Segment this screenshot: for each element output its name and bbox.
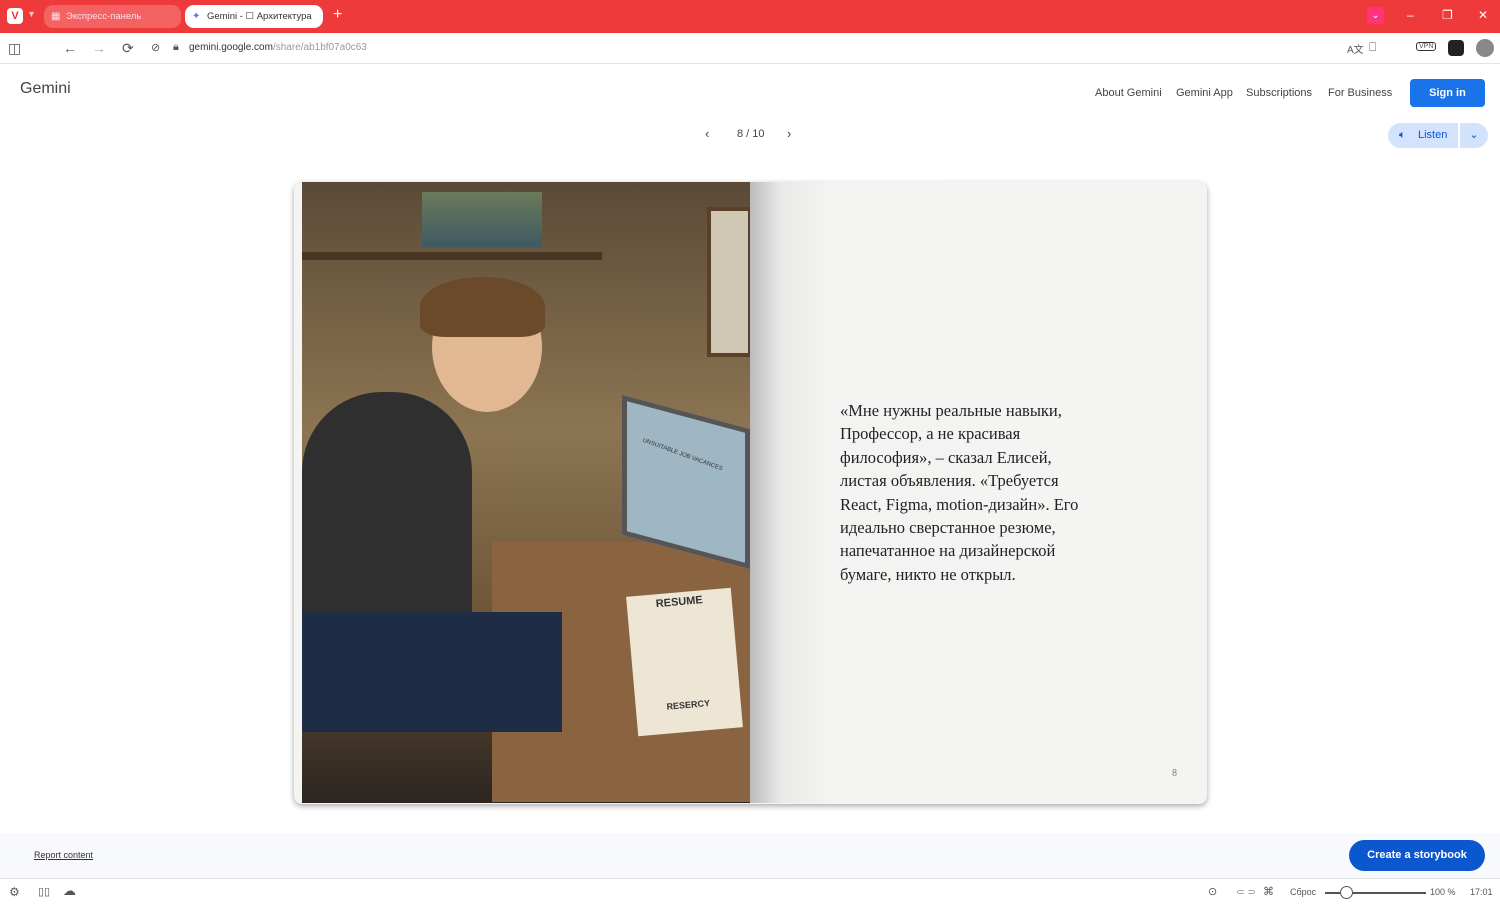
nav-gemini-app[interactable]: Gemini App	[1176, 87, 1233, 99]
prev-page-icon[interactable]: ‹	[705, 126, 709, 141]
speaker-icon: 🔈︎	[1399, 129, 1406, 141]
address-bar-row: ◫ ← → ⟳ ⊘ 🔒︎ gemini.google.com/share/ab1…	[0, 33, 1500, 64]
grid-icon: ▦	[51, 11, 61, 22]
gift-icon[interactable]	[1448, 40, 1464, 56]
gemini-logo[interactable]: Gemini	[20, 80, 71, 98]
tile-icon[interactable]: ⸦⸧	[1235, 885, 1257, 900]
resume-label: RESUME	[655, 594, 704, 611]
bookmark-icon[interactable]: ⎕	[1369, 40, 1376, 55]
tab-bar: V ▼ ▦ Экспресс-панель ✦ Gemini - ☐ Архитек…	[0, 0, 1500, 33]
sign-in-button[interactable]: Sign in	[1410, 79, 1485, 107]
vivaldi-menu-icon[interactable]: V	[7, 8, 23, 24]
text-page: «Мне нужны реальные навыки, Профессор, а…	[750, 182, 1199, 803]
restore-button[interactable]: ❐	[1442, 8, 1453, 22]
tracker-shield-icon[interactable]: ⊘	[151, 41, 160, 54]
zoom-slider-handle[interactable]	[1340, 886, 1353, 899]
report-content-link[interactable]: Report content	[34, 850, 93, 860]
storybook: RESUME RESERCY UNSUITABLE JOB VACANCES «…	[294, 182, 1207, 804]
chevron-down-icon[interactable]: ▼	[27, 9, 36, 19]
vpn-button[interactable]: VPN	[1416, 42, 1437, 51]
story-text: «Мне нужны реальные навыки, Профессор, а…	[840, 401, 1079, 584]
capture-icon[interactable]: ⊙	[1208, 885, 1217, 898]
tab-list-button[interactable]: ⌄	[1367, 7, 1384, 24]
profile-avatar[interactable]	[1476, 39, 1494, 57]
tab-gemini[interactable]: ✦ Gemini - ☐ Архитектура	[185, 5, 323, 28]
panel-icon[interactable]: ▯▯	[38, 885, 50, 898]
tab-speed-dial[interactable]: ▦ Экспресс-панель	[44, 5, 181, 28]
settings-icon[interactable]: ⚙	[9, 885, 20, 899]
forward-icon[interactable]: →	[92, 40, 106, 56]
page-actions-icon[interactable]: ⌘	[1263, 885, 1274, 898]
gemini-sparkle-icon: ✦	[192, 11, 201, 22]
nav-for-business[interactable]: For Business	[1328, 87, 1392, 99]
status-bar: ⚙ ▯▯ ☁ ⊙ ⸦⸧ ⌘ Сброс 100 % 17:01	[0, 878, 1500, 905]
cloud-sync-icon[interactable]: ☁	[63, 883, 76, 899]
new-tab-button[interactable]: +	[333, 6, 342, 24]
minimize-button[interactable]: –	[1407, 8, 1414, 22]
listen-button[interactable]: 🔈︎ Listen ⌄	[1388, 123, 1488, 148]
zoom-reset-button[interactable]: Сброс	[1290, 887, 1316, 897]
clock: 17:01	[1470, 887, 1493, 897]
nav-about-gemini[interactable]: About Gemini	[1095, 87, 1162, 99]
back-icon[interactable]: ←	[63, 40, 77, 56]
translate-icon[interactable]: A文	[1347, 41, 1364, 56]
zoom-level: 100 %	[1430, 887, 1456, 897]
next-page-icon[interactable]: ›	[787, 126, 791, 141]
url-field[interactable]: ⊘ 🔒︎ gemini.google.com/share/ab1bf07a0c6…	[145, 37, 1390, 60]
footer: Report content Create a storybook	[0, 833, 1500, 878]
close-button[interactable]: ✕	[1478, 8, 1488, 22]
page-indicator: 8 / 10	[737, 128, 765, 140]
reload-icon[interactable]: ⟳	[122, 40, 134, 57]
illustration-student-at-laptop: RESUME RESERCY UNSUITABLE JOB VACANCES	[302, 182, 750, 803]
page-number: 8	[1172, 768, 1177, 779]
nav-subscriptions[interactable]: Subscriptions	[1246, 87, 1312, 99]
create-storybook-button[interactable]: Create a storybook	[1349, 840, 1485, 871]
sidebar-toggle-icon[interactable]: ◫	[8, 40, 21, 57]
listen-options-chevron-icon[interactable]: ⌄	[1458, 123, 1488, 148]
lock-icon[interactable]: 🔒︎	[173, 41, 179, 54]
